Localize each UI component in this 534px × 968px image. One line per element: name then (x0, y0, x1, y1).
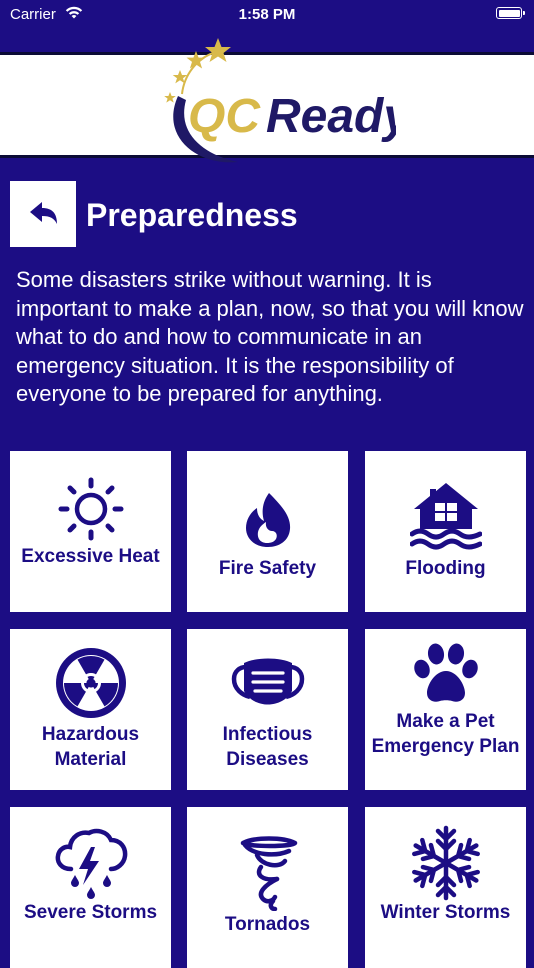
page-title: Preparedness (86, 197, 298, 233)
flame-icon (245, 493, 290, 547)
tile-tornados[interactable]: Tornados (187, 807, 348, 968)
tile-hazardous-material[interactable]: Hazardous Material (10, 629, 171, 790)
tile-fire-safety[interactable]: Fire Safety (187, 451, 348, 612)
snowflake-icon (411, 825, 480, 901)
battery-icon (496, 7, 525, 19)
logo-ready-text: Ready (266, 90, 396, 143)
tile-label: Tornados (224, 914, 311, 935)
tile-pet-emergency-plan[interactable]: Make a Pet Emergency Plan (365, 629, 526, 790)
tile-label: Severe Storms (23, 902, 158, 923)
tornado-icon (240, 836, 297, 911)
clock: 1:58 PM (238, 6, 296, 23)
tile-infectious-diseases[interactable]: Infectious Diseases (187, 629, 348, 790)
tile-label: Fire Safety (218, 558, 317, 579)
tile-label: Hazardous Material (41, 724, 140, 770)
paw-icon (413, 643, 478, 702)
face-mask-icon (231, 658, 304, 705)
tile-flooding[interactable]: Flooding (365, 451, 526, 612)
radiation-icon (55, 648, 126, 718)
intro-text: Some disasters strike without warning. I… (16, 267, 524, 406)
tile-label: Infectious Diseases (222, 724, 313, 770)
flooded-house-icon (409, 483, 482, 550)
tile-label: Winter Storms (380, 902, 511, 923)
tile-severe-storms[interactable]: Severe Storms (10, 807, 171, 968)
tile-winter-storms[interactable]: Winter Storms (365, 807, 526, 968)
tile-excessive-heat[interactable]: Excessive Heat (10, 451, 171, 612)
status-bar: Carrier 1:58 PM (0, 0, 534, 30)
logo-qc-text: QC (188, 90, 261, 143)
storm-cloud-icon (55, 828, 127, 899)
tile-label: Excessive Heat (21, 546, 160, 567)
back-arrow-icon (30, 202, 57, 224)
tile-label: Make a Pet Emergency Plan (371, 711, 520, 757)
back-button[interactable] (10, 181, 76, 247)
tile-label: Flooding (405, 558, 486, 579)
sun-icon (58, 477, 123, 541)
qc-ready-logo: QC Ready (164, 38, 396, 163)
